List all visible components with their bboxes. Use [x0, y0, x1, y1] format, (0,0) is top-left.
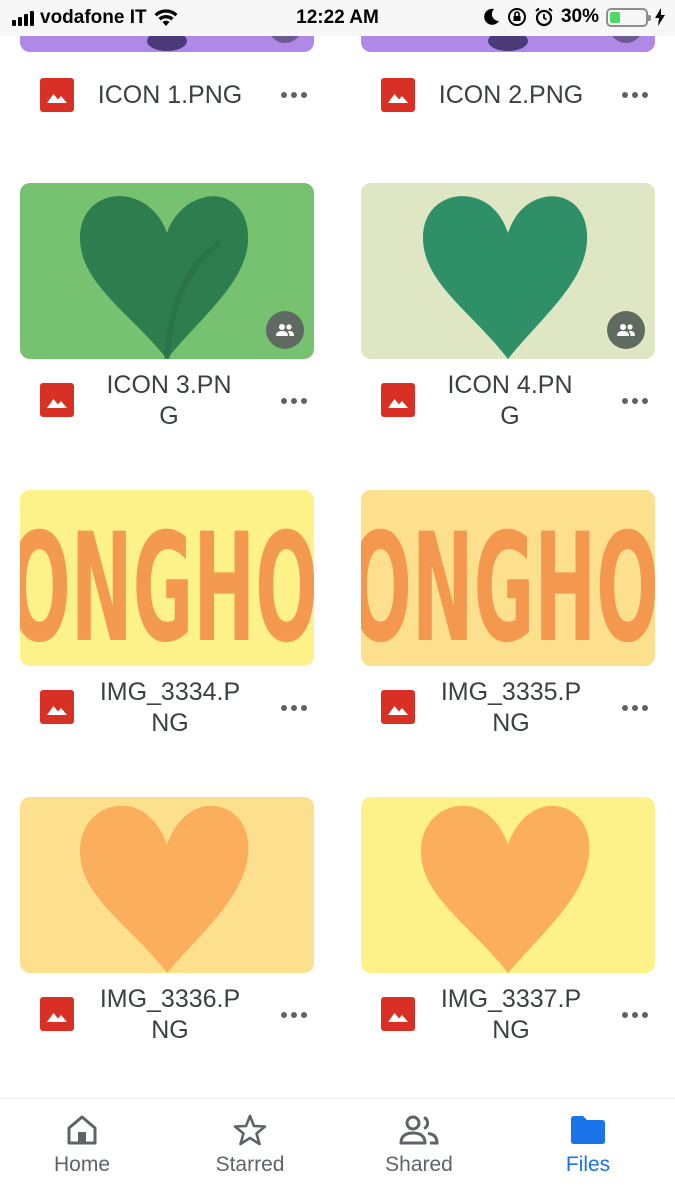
file-info-row: IMG_3337.PNG	[361, 983, 655, 1053]
nav-home[interactable]: Home	[22, 1113, 142, 1177]
image-file-icon	[381, 690, 415, 724]
file-card[interactable]: ICON 3.PNG	[20, 183, 314, 443]
more-options-button[interactable]	[274, 80, 314, 110]
svg-text:ONGHO: ONGHO	[20, 502, 314, 666]
nav-files[interactable]: Files	[528, 1113, 648, 1177]
file-info-row: IMG_3336.PNG	[20, 983, 314, 1053]
image-file-icon	[40, 383, 74, 417]
status-right: 30%	[484, 6, 665, 28]
battery-percent: 30%	[560, 6, 599, 27]
file-card[interactable]: IMG_3337.PNG	[361, 797, 655, 1057]
more-options-button[interactable]	[274, 1000, 314, 1030]
file-info-row: IMG_3334.PNG	[20, 676, 314, 746]
nav-starred-label: Starred	[215, 1153, 285, 1176]
file-name: IMG_3336.PNG	[99, 985, 241, 1044]
image-file-icon	[40, 997, 74, 1031]
battery-level	[610, 11, 621, 23]
status-bar: vodafone IT 12:22 AM 30%	[0, 0, 675, 36]
star-icon	[233, 1114, 267, 1146]
file-thumbnail[interactable]	[361, 797, 655, 973]
file-card[interactable]: ICON 4.PNG	[361, 183, 655, 443]
nav-shared-label: Shared	[385, 1153, 453, 1176]
nav-files-label: Files	[565, 1153, 611, 1176]
file-thumbnail[interactable]	[20, 797, 314, 973]
charging-bolt-icon	[655, 8, 665, 26]
file-info-row: ICON 3.PNG	[20, 369, 314, 439]
file-info-row: ICON 2.PNG	[361, 60, 655, 130]
orientation-lock-icon	[507, 8, 526, 26]
battery-icon	[606, 7, 651, 27]
image-file-icon	[40, 78, 74, 112]
file-info-row: IMG_3335.PNG	[361, 676, 655, 746]
more-options-button[interactable]	[615, 1000, 655, 1030]
shared-people-icon	[607, 311, 645, 349]
file-name: ICON 1.PNG	[97, 81, 243, 109]
nav-shared[interactable]: Shared	[359, 1113, 479, 1177]
shared-people-icon	[266, 311, 304, 349]
file-name: IMG_3337.PNG	[440, 985, 582, 1044]
file-info-row: ICON 1.PNG	[20, 60, 314, 130]
file-card[interactable]: ONGHO IMG_3334.PNG	[20, 490, 314, 750]
nav-home-label: Home	[53, 1153, 111, 1176]
image-file-icon	[40, 690, 74, 724]
file-thumbnail[interactable]	[20, 183, 314, 359]
file-card[interactable]: ONGHO IMG_3335.PNG	[361, 490, 655, 750]
image-file-icon	[381, 78, 415, 112]
image-file-icon	[381, 997, 415, 1031]
more-options-button[interactable]	[615, 693, 655, 723]
image-file-icon	[381, 383, 415, 417]
file-thumbnail[interactable]: ONGHO	[361, 490, 655, 666]
file-thumbnail[interactable]	[361, 183, 655, 359]
more-options-button[interactable]	[615, 80, 655, 110]
folder-icon	[571, 1116, 605, 1144]
file-name: ICON 2.PNG	[438, 81, 584, 109]
alarm-icon	[535, 7, 553, 27]
file-thumbnail[interactable]: ONGHO	[20, 490, 314, 666]
moon-icon	[484, 8, 499, 25]
drive-files-screen: vodafone IT 12:22 AM 30% ICON 1.PNG ICON…	[0, 0, 675, 1200]
file-name: IMG_3334.PNG	[99, 678, 241, 737]
bottom-navigation: Home Starred Shared Files	[0, 1098, 675, 1200]
more-options-button[interactable]	[274, 386, 314, 416]
file-info-row: ICON 4.PNG	[361, 369, 655, 439]
svg-text:ONGHO: ONGHO	[361, 502, 655, 666]
more-options-button[interactable]	[274, 693, 314, 723]
nav-starred[interactable]: Starred	[190, 1113, 310, 1177]
people-icon	[399, 1115, 439, 1145]
file-name: ICON 3.PNG	[106, 371, 232, 430]
file-card[interactable]: IMG_3336.PNG	[20, 797, 314, 1057]
more-options-button[interactable]	[615, 386, 655, 416]
home-icon	[67, 1115, 97, 1145]
file-name: ICON 4.PNG	[447, 371, 573, 430]
file-name: IMG_3335.PNG	[440, 678, 582, 737]
